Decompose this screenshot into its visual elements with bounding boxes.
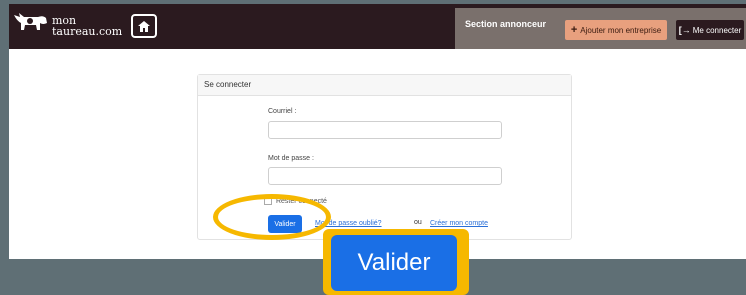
home-icon [138,20,150,32]
site-logo[interactable]: mon taureau.com [13,11,143,43]
login-label: Me connecter [692,25,742,35]
cow-icon [14,13,47,30]
highlight-ring [213,194,331,240]
home-button[interactable] [131,14,157,38]
or-text: ou [414,219,422,226]
email-field[interactable] [268,121,502,139]
advertiser-section: Section annonceur + Ajouter mon entrepri… [455,8,746,49]
add-business-button[interactable]: + Ajouter mon entreprise [565,20,667,40]
zoomed-submit-button[interactable]: Valider [331,235,457,291]
email-label: Courriel : [268,108,297,115]
plus-icon: + [570,24,578,36]
sign-in-icon: [→ [678,25,691,35]
password-field[interactable] [268,167,502,185]
logo-text-line2: taureau.com [52,25,123,38]
section-title: Section annonceur [465,19,547,29]
create-account-link[interactable]: Créer mon compte [430,220,488,227]
app-screen: mon taureau.com Section annonceur + Ajou… [9,4,746,259]
login-card-title: Se connecter [198,75,571,96]
logo-text: mon taureau.com [52,15,122,37]
top-navigation-bar: mon taureau.com Section annonceur + Ajou… [9,4,746,49]
add-business-label: Ajouter mon entreprise [580,25,662,35]
password-label: Mot de passe : [268,155,314,162]
login-button[interactable]: [→ Me connecter [676,20,744,40]
zoom-callout: Valider [323,229,469,295]
